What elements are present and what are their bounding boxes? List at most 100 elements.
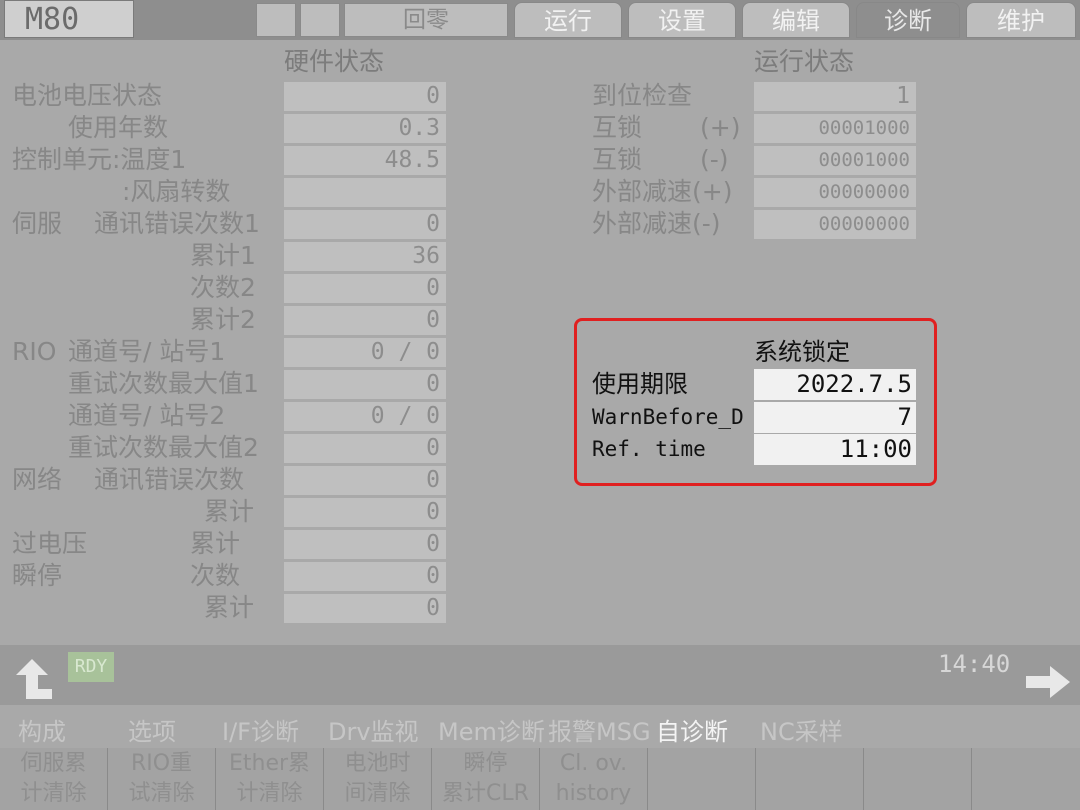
softkey-ether-clear[interactable]: Ether累 计清除 [216, 748, 324, 810]
hw-value: 0 [284, 594, 446, 623]
lock-label: WarnBefore_D [592, 405, 744, 429]
lock-label: 使用期限 [592, 370, 688, 398]
hw-label: 电池电压状态 [12, 81, 163, 110]
tab-edit[interactable]: 编辑 [742, 2, 850, 38]
hw-value: 0 / 0 [284, 338, 446, 367]
hw-value: 0 [284, 274, 446, 303]
menu-options[interactable]: 选项 [128, 716, 176, 748]
ready-indicator: RDY [68, 652, 114, 682]
tab-setup[interactable]: 设置 [628, 2, 736, 38]
hw-value: 0 [284, 530, 446, 559]
hw-label: 伺服 [12, 209, 63, 238]
menu-self-diagnosis[interactable]: 自诊断 [656, 716, 728, 748]
hw-label: RIO [12, 337, 57, 366]
hw-value: 0.3 [284, 114, 446, 143]
hw-label: 重试次数最大值1 [68, 369, 259, 398]
softkey-empty[interactable] [864, 748, 972, 810]
hw-label: 瞬停 [12, 561, 63, 590]
softkey-line: 间清除 [344, 781, 411, 806]
mode-slot-2 [300, 3, 340, 37]
hw-value: 48.5 [284, 146, 446, 175]
softkey-line: RIO重 [130, 751, 193, 776]
run-label: 互锁 [592, 113, 643, 142]
lock-label: Ref. time [592, 437, 706, 461]
hw-sublabel: 次数 [190, 561, 241, 590]
run-label: 外部减速(+) [592, 177, 733, 206]
softkey-overvoltage-history[interactable]: Cl. ov. history [540, 748, 648, 810]
softkey-power-failure-clr[interactable]: 瞬停 累计CLR [432, 748, 540, 810]
model-label: M80 [4, 0, 134, 38]
menu-mem-diagnosis[interactable]: Mem诊断 [438, 716, 545, 748]
softkey-line: Ether累 [228, 751, 311, 776]
softkey-servo-clear[interactable]: 伺服累 计清除 [0, 748, 108, 810]
warn-before-days-field[interactable]: 7 [754, 402, 916, 433]
run-label: 互锁 [592, 145, 643, 174]
hw-label: 次数2 [190, 273, 256, 302]
hw-label: :风扇转数 [122, 177, 231, 206]
softkey-line: 电池时 [344, 751, 411, 776]
hw-value: 0 [284, 466, 446, 495]
hw-value: 0 [284, 306, 446, 335]
status-band [0, 645, 1080, 705]
clock-display: 14:40 [938, 650, 1011, 678]
softkey-empty[interactable] [648, 748, 756, 810]
softkey-rio-clear[interactable]: RIO重 试清除 [108, 748, 216, 810]
hw-label: 累计 [204, 593, 255, 622]
run-status-title: 运行状态 [754, 47, 855, 76]
run-sign: (+) [700, 113, 741, 142]
return-arrow-icon[interactable] [8, 655, 56, 703]
softkey-empty[interactable] [756, 748, 864, 810]
hw-label: 累计1 [190, 241, 256, 270]
hw-value: 0 [284, 82, 446, 111]
hw-value: 0 [284, 370, 446, 399]
hw-value: 36 [284, 242, 446, 271]
run-label: 到位检查 [592, 81, 693, 110]
menu-nc-sampling[interactable]: NC采样 [760, 716, 843, 748]
hardware-status-title: 硬件状态 [284, 47, 385, 76]
softkey-line: 试清除 [128, 781, 195, 806]
hw-value: 0 [284, 434, 446, 463]
hw-value: 0 [284, 562, 446, 591]
next-arrow-icon[interactable] [1022, 662, 1074, 702]
tab-diagnosis[interactable]: 诊断 [856, 2, 960, 38]
menu-drv-monitor[interactable]: Drv监视 [328, 716, 419, 748]
run-value: 00001000 [754, 146, 916, 175]
run-label: 外部减速(-) [592, 209, 721, 238]
ref-time-field[interactable]: 11:00 [754, 434, 916, 465]
softkey-line: Cl. ov. [559, 751, 628, 776]
hw-value: 0 [284, 210, 446, 239]
system-lock-title: 系统锁定 [754, 338, 850, 366]
hw-sublabel: 通讯错误次数1 [94, 209, 260, 238]
hw-value: 0 [284, 498, 446, 527]
softkey-battery-clear[interactable]: 电池时 间清除 [324, 748, 432, 810]
run-sign: (-) [700, 145, 729, 174]
softkey-line: 计清除 [236, 781, 303, 806]
expiry-date-field[interactable]: 2022.7.5 [754, 369, 916, 400]
menu-if-diagnosis[interactable]: I/F诊断 [222, 716, 299, 748]
run-value: 00001000 [754, 114, 916, 143]
run-value: 1 [754, 82, 916, 111]
mode-slot-1 [256, 3, 296, 37]
softkey-empty[interactable] [972, 748, 1080, 810]
menu-alarm-msg[interactable]: 报警MSG [548, 716, 651, 748]
hw-label: 控制单元:温度1 [12, 145, 187, 174]
tab-maintenance[interactable]: 维护 [966, 2, 1076, 38]
hw-label: 网络 [12, 465, 63, 494]
hw-sublabel: 累计 [190, 529, 241, 558]
hw-label: 累计2 [190, 305, 256, 334]
hw-label: 累计 [204, 497, 255, 526]
hw-value [284, 178, 446, 207]
softkey-line: 计清除 [20, 781, 87, 806]
hw-label: 使用年数 [68, 113, 169, 142]
hw-label: 过电压 [12, 529, 88, 558]
softkey-line: 累计CLR [442, 781, 529, 806]
tab-run[interactable]: 运行 [514, 2, 622, 38]
softkey-line: history [555, 781, 632, 806]
run-value: 00000000 [754, 210, 916, 239]
hw-label: 重试次数最大值2 [68, 433, 259, 462]
menu-config[interactable]: 构成 [18, 716, 66, 748]
run-value: 00000000 [754, 178, 916, 207]
softkey-line: 瞬停 [463, 751, 508, 776]
hw-value: 0 / 0 [284, 402, 446, 431]
hw-label: 通道号/ 站号2 [68, 401, 226, 430]
